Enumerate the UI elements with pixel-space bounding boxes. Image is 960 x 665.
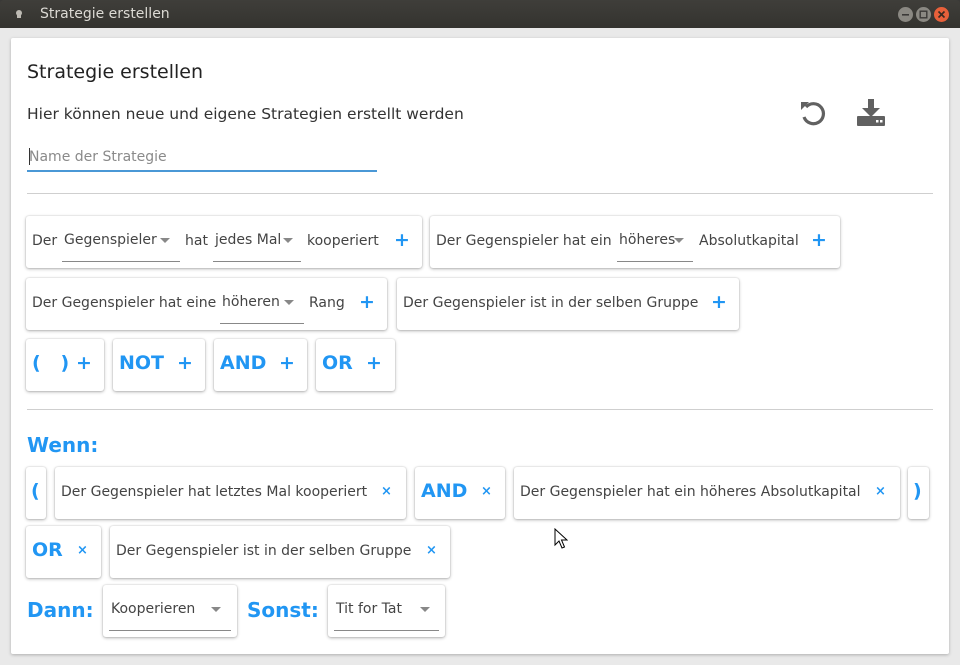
select-value: höheren xyxy=(222,294,280,310)
frequency-select[interactable]: jedes Mal xyxy=(213,226,301,262)
mouse-pointer-icon xyxy=(554,528,568,549)
minimize-icon xyxy=(902,14,909,16)
select-value: Kooperieren xyxy=(111,601,196,617)
add-icon[interactable]: + xyxy=(366,352,382,374)
add-icon[interactable]: + xyxy=(711,291,727,313)
chip-text: Der Gegenspieler ist in der selben Grupp… xyxy=(403,295,699,311)
palette-chip-group: Der Gegenspieler ist in der selben Grupp… xyxy=(397,278,739,330)
palette-chip-capital: Der Gegenspieler hat ein höheres Absolut… xyxy=(430,216,840,268)
rule-operator-and: AND × xyxy=(415,467,505,519)
comparison-select[interactable]: höheren xyxy=(220,288,304,324)
chip-text: Rang xyxy=(309,295,345,311)
chip-text: Absolutkapital xyxy=(699,233,799,249)
text-caret xyxy=(29,148,30,165)
operator-label: AND xyxy=(421,480,468,502)
rule-operator-or: OR × xyxy=(26,526,101,578)
operator-or: OR + xyxy=(316,339,395,391)
add-icon[interactable]: + xyxy=(359,291,375,313)
divider-top xyxy=(27,193,933,194)
add-icon[interactable]: + xyxy=(394,229,410,251)
operator-label: AND xyxy=(220,352,267,374)
chip-text: kooperiert xyxy=(307,233,379,249)
divider-middle xyxy=(27,409,933,410)
palette-chip-cooperated: Der Gegenspieler hat jedes Mal kooperier… xyxy=(26,216,422,268)
chevron-down-icon xyxy=(674,238,684,243)
then-action-chip: Kooperieren xyxy=(103,585,237,637)
strategy-editor-card: Strategie erstellen Hier können neue und… xyxy=(11,38,949,654)
minimize-button[interactable] xyxy=(898,7,913,22)
rule-condition-3: Der Gegenspieler ist in der selben Grupp… xyxy=(110,526,450,578)
select-value: jedes Mal xyxy=(215,232,282,248)
chevron-down-icon xyxy=(160,238,170,243)
add-icon[interactable]: + xyxy=(76,352,92,374)
select-value: Tit for Tat xyxy=(336,601,402,617)
chip-text: Der Gegenspieler hat eine xyxy=(32,295,217,311)
window-titlebar: Strategie erstellen xyxy=(0,0,960,28)
maximize-icon xyxy=(919,10,928,19)
rule-condition-1: Der Gegenspieler hat letztes Mal kooperi… xyxy=(55,467,406,519)
strategy-name-input[interactable] xyxy=(27,144,377,172)
operator-label: OR xyxy=(322,352,353,374)
chip-text: hat xyxy=(185,233,208,249)
palette-chip-rank: Der Gegenspieler hat eine höheren Rang + xyxy=(26,278,387,330)
subject-select[interactable]: Gegenspieler xyxy=(62,226,180,262)
paren-label: ( xyxy=(31,480,40,502)
if-label: Wenn: xyxy=(27,433,99,457)
operator-label: ( ) xyxy=(32,352,70,374)
close-icon xyxy=(937,10,946,19)
condition-text: Der Gegenspieler ist in der selben Grupp… xyxy=(116,543,412,559)
chevron-down-icon xyxy=(283,238,293,243)
rule-close-paren: ) xyxy=(908,467,929,519)
chevron-down-icon xyxy=(420,607,430,612)
operator-not: NOT + xyxy=(113,339,205,391)
window-title: Strategie erstellen xyxy=(40,6,170,22)
page-title: Strategie erstellen xyxy=(27,61,204,83)
chip-text: Der xyxy=(32,233,58,249)
then-label: Dann: xyxy=(27,598,94,622)
undo-icon xyxy=(801,102,826,126)
select-value: Gegenspieler xyxy=(64,232,157,248)
page-subtitle: Hier können neue und eigene Strategien e… xyxy=(27,105,464,123)
operator-and: AND + xyxy=(214,339,307,391)
remove-icon[interactable]: × xyxy=(426,543,437,558)
chevron-down-icon xyxy=(211,607,221,612)
add-icon[interactable]: + xyxy=(811,229,827,251)
reset-button[interactable] xyxy=(797,98,829,130)
select-value: höheres xyxy=(619,232,676,248)
save-button[interactable] xyxy=(854,96,888,130)
chevron-down-icon xyxy=(284,300,294,305)
then-action-select[interactable]: Kooperieren xyxy=(109,595,231,631)
else-action-select[interactable]: Tit for Tat xyxy=(334,595,439,631)
remove-icon[interactable]: × xyxy=(77,543,88,558)
remove-icon[interactable]: × xyxy=(481,484,492,499)
rule-open-paren: ( xyxy=(26,467,46,519)
paren-label: ) xyxy=(913,480,922,502)
operator-label: NOT xyxy=(119,352,165,374)
operator-label: OR xyxy=(32,539,63,561)
condition-text: Der Gegenspieler hat ein höheres Absolut… xyxy=(520,484,861,500)
remove-icon[interactable]: × xyxy=(381,484,392,499)
else-action-chip: Tit for Tat xyxy=(328,585,445,637)
app-icon xyxy=(16,10,22,18)
comparison-select[interactable]: höheres xyxy=(617,226,693,262)
else-label: Sonst: xyxy=(247,598,319,622)
rule-condition-2: Der Gegenspieler hat ein höheres Absolut… xyxy=(514,467,900,519)
close-button[interactable] xyxy=(934,7,949,22)
operator-parentheses: ( ) + xyxy=(26,339,104,391)
condition-text: Der Gegenspieler hat letztes Mal kooperi… xyxy=(61,484,368,500)
remove-icon[interactable]: × xyxy=(875,484,886,499)
add-icon[interactable]: + xyxy=(177,352,193,374)
add-icon[interactable]: + xyxy=(279,352,295,374)
maximize-button[interactable] xyxy=(916,7,931,22)
window-body: Strategie erstellen Hier können neue und… xyxy=(0,28,960,665)
chip-text: Der Gegenspieler hat ein xyxy=(436,233,612,249)
download-icon xyxy=(857,99,885,126)
